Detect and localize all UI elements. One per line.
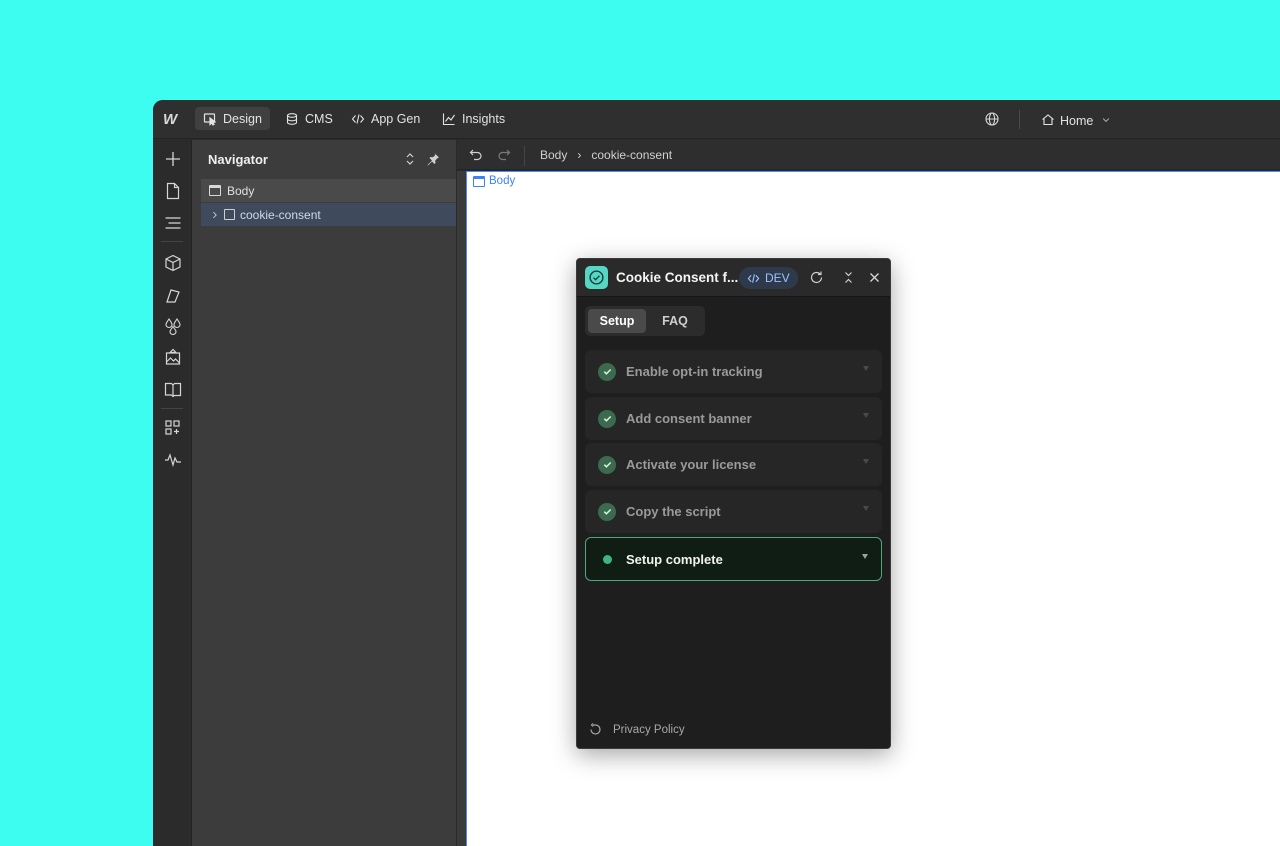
step-setup-complete[interactable]: Setup complete	[585, 537, 882, 581]
navigator-row-body[interactable]: Body	[201, 179, 456, 202]
code-icon	[351, 113, 365, 124]
globe-icon[interactable]	[984, 111, 1000, 127]
navigator-row-cookie-consent[interactable]: cookie-consent	[201, 203, 456, 226]
code-icon	[747, 273, 760, 283]
panel-tabs: Setup FAQ	[585, 306, 705, 336]
library-icon[interactable]	[163, 379, 183, 399]
tab-app-gen[interactable]: App Gen	[343, 107, 428, 130]
tab-setup[interactable]: Setup	[588, 309, 646, 333]
chevron-down-icon	[1103, 117, 1110, 122]
page-selector[interactable]: Home	[1041, 109, 1111, 130]
breadcrumb-separator: ›	[577, 148, 582, 162]
step-label: Activate your license	[626, 457, 757, 472]
toolbar-divider	[524, 146, 525, 166]
canvas-gutter	[457, 171, 466, 846]
breadcrumb-item-cookie-consent[interactable]: cookie-consent	[591, 148, 672, 162]
toolbar-divider	[1019, 110, 1020, 129]
dev-badge[interactable]: DEV	[739, 267, 798, 289]
cookie-consent-app-panel: Cookie Consent f... DEV Setup FAQ Enable…	[576, 258, 891, 749]
tab-faq[interactable]: FAQ	[655, 309, 695, 333]
reset-icon[interactable]	[589, 723, 602, 736]
canvas-selection-label[interactable]: Body	[473, 175, 515, 187]
expand-collapse-icon[interactable]	[403, 152, 417, 166]
activity-icon[interactable]	[163, 450, 183, 470]
step-label: Setup complete	[626, 551, 723, 567]
left-toolbar	[153, 140, 192, 846]
home-icon	[1042, 113, 1054, 125]
pages-icon[interactable]	[163, 181, 183, 201]
pin-icon[interactable]	[426, 152, 440, 166]
caret-down-icon	[863, 459, 869, 464]
undo-icon[interactable]	[469, 148, 483, 162]
chart-icon	[442, 113, 455, 125]
styles-icon[interactable]	[163, 316, 183, 336]
tab-cms[interactable]: CMS	[277, 107, 341, 130]
step-add-consent-banner[interactable]: Add consent banner	[585, 397, 882, 440]
tab-design-label: Design	[223, 111, 262, 126]
redo-icon[interactable]	[497, 148, 511, 162]
div-block-icon	[224, 209, 235, 220]
breadcrumb: Body › cookie-consent	[540, 148, 672, 162]
canvas-toolbar: Body › cookie-consent	[457, 140, 1280, 170]
step-label: Copy the script	[626, 504, 721, 519]
navigator-row-label: cookie-consent	[240, 207, 321, 222]
privacy-policy-link[interactable]: Privacy Policy	[613, 724, 685, 736]
database-icon	[286, 112, 298, 125]
navigator-title: Navigator	[208, 152, 268, 167]
tab-insights-label: Insights	[462, 111, 506, 126]
refresh-icon[interactable]	[809, 270, 824, 285]
tab-design[interactable]: Design	[195, 107, 270, 130]
tab-cms-label: CMS	[305, 111, 333, 126]
panel-title: Cookie Consent f...	[616, 270, 739, 285]
step-label: Enable opt-in tracking	[626, 364, 763, 379]
check-circle-icon	[598, 502, 616, 521]
navigator-row-label: Body	[227, 183, 255, 198]
caret-down-icon	[863, 506, 869, 511]
step-activate-your-license[interactable]: Activate your license	[585, 443, 882, 486]
webflow-logo[interactable]: W	[163, 111, 183, 128]
add-icon[interactable]	[163, 149, 183, 169]
toolbar-separator	[161, 408, 183, 409]
step-copy-the-script[interactable]: Copy the script	[585, 490, 882, 533]
navigator-icon[interactable]	[163, 213, 183, 233]
step-label: Add consent banner	[626, 411, 752, 426]
chevron-right-icon[interactable]	[211, 211, 219, 219]
page-selector-label: Home	[1060, 113, 1094, 128]
check-circle-icon	[598, 362, 616, 381]
toolbar-separator	[161, 241, 183, 242]
body-element-icon	[473, 175, 485, 187]
tab-insights[interactable]: Insights	[434, 107, 513, 130]
body-element-icon	[209, 185, 221, 196]
navigator-panel: Navigator Body cookie-consent	[192, 140, 457, 846]
variables-icon[interactable]	[163, 285, 183, 305]
caret-down-icon	[863, 366, 869, 371]
canvas-label-text: Body	[489, 175, 516, 187]
apps-icon[interactable]	[163, 418, 183, 438]
panel-footer: Privacy Policy	[589, 723, 685, 736]
check-circle-icon	[598, 409, 616, 428]
components-icon[interactable]	[163, 253, 183, 273]
close-icon[interactable]	[867, 270, 882, 285]
caret-down-icon	[863, 413, 869, 418]
step-enable-opt-in-tracking[interactable]: Enable opt-in tracking	[585, 350, 882, 393]
check-circle-icon	[598, 455, 616, 474]
status-dot-icon	[603, 554, 612, 564]
collapse-icon[interactable]	[841, 270, 856, 285]
assets-icon[interactable]	[163, 347, 183, 367]
dev-badge-label: DEV	[765, 271, 790, 285]
top-toolbar: W Design CMS App Gen Insights Home	[153, 100, 1280, 139]
app-logo-icon	[585, 266, 608, 289]
panel-header: Cookie Consent f... DEV	[577, 259, 890, 297]
tab-app-gen-label: App Gen	[371, 111, 421, 126]
breadcrumb-item-body[interactable]: Body	[540, 148, 567, 162]
caret-down-icon	[862, 554, 868, 559]
cursor-icon	[203, 112, 217, 126]
